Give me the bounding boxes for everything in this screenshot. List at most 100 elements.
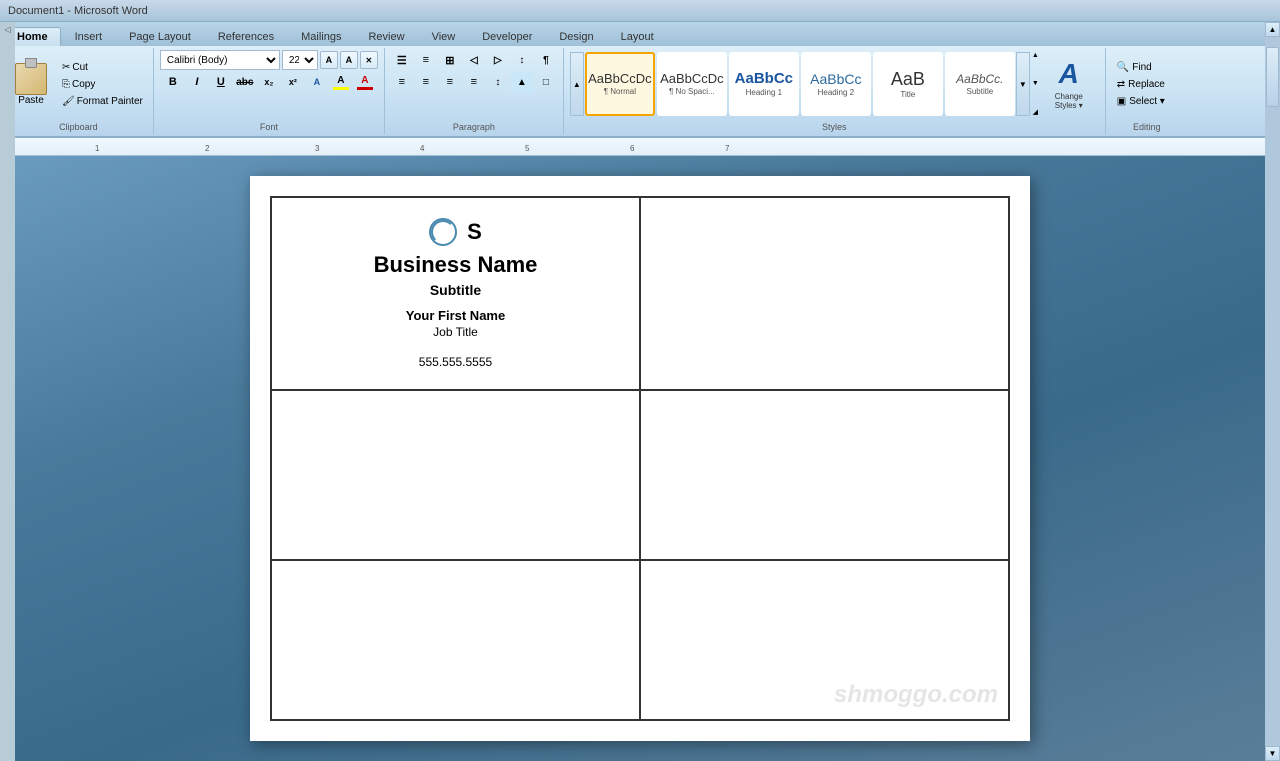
numbering-button[interactable]: ≡ [415, 50, 437, 70]
align-left-button[interactable]: ≡ [391, 72, 413, 92]
font-size-select[interactable]: 22 [282, 50, 318, 70]
style-no-spacing-label: ¶ No Spaci... [669, 87, 715, 96]
style-title[interactable]: AaB Title [873, 52, 943, 116]
tab-design[interactable]: Design [546, 27, 606, 46]
paste-button[interactable]: Paste [10, 60, 52, 109]
ruler-mark-6: 6 [630, 144, 634, 153]
change-styles-button[interactable]: A ChangeStyles ▾ [1039, 52, 1099, 116]
styles-scroll-down[interactable]: ▼ [1016, 52, 1030, 116]
styles-up-arrow[interactable]: ▲ [1032, 52, 1039, 59]
style-normal[interactable]: AaBbCcDc ¶ Normal [585, 52, 655, 116]
bold-button[interactable]: B [162, 72, 184, 92]
multilevel-button[interactable]: ⊞ [439, 50, 461, 70]
style-no-spacing-preview: AaBbCcDc [660, 72, 724, 85]
styles-expand-arrow[interactable]: ◢ [1033, 108, 1038, 116]
styles-group: ▲ AaBbCcDc ¶ Normal AaBbCcDc ¶ No Spaci.… [564, 48, 1106, 134]
font-color-button[interactable]: A [354, 72, 376, 92]
business-name[interactable]: Business Name [374, 252, 538, 278]
font-label: Font [154, 122, 384, 132]
italic-button[interactable]: I [186, 72, 208, 92]
replace-button[interactable]: ⇄ Replace [1112, 77, 1182, 92]
border-button[interactable]: □ [535, 72, 557, 92]
justify-button[interactable]: ≡ [463, 72, 485, 92]
increase-indent-button[interactable]: ▷ [487, 50, 509, 70]
style-heading2-preview: AaBbCc [810, 72, 861, 86]
text-effect-button[interactable]: A [306, 72, 328, 92]
shading-button[interactable]: ▲ [511, 72, 533, 92]
scroll-track[interactable] [1265, 37, 1280, 746]
ribbon-content: Paste ✂ Cut ⎘ Copy 🖌 Format Painter [0, 46, 1280, 136]
main-business-card[interactable]: S Business Name Subtitle Your First Name… [271, 197, 640, 390]
font-shrink-button[interactable]: A [340, 51, 358, 69]
decrease-indent-button[interactable]: ◁ [463, 50, 485, 70]
ruler-mark-1: 1 [95, 144, 99, 153]
ribbon: Home Insert Page Layout References Maili… [0, 22, 1280, 138]
card-cell-mid-right[interactable] [640, 390, 1009, 560]
ruler-main[interactable]: 1 2 3 4 5 6 7 [15, 138, 1265, 155]
style-subtitle-label: Subtitle [967, 87, 994, 96]
style-heading1[interactable]: AaBbCc Heading 1 [729, 52, 799, 116]
style-title-label: Title [900, 90, 915, 99]
strikethrough-button[interactable]: abc [234, 72, 256, 92]
tab-mailings[interactable]: Mailings [288, 27, 354, 46]
scroll-thumb[interactable] [1266, 47, 1279, 107]
ruler-mark-4: 4 [420, 144, 424, 153]
font-grow-button[interactable]: A [320, 51, 338, 69]
left-sidebar-button[interactable]: ◁ [1, 22, 15, 36]
subscript-button[interactable]: x₂ [258, 72, 280, 92]
job-title[interactable]: Job Title [433, 325, 478, 339]
cut-button[interactable]: ✂ Cut [58, 60, 147, 75]
show-hide-button[interactable]: ¶ [535, 50, 557, 70]
styles-scroll-container: AaBbCcDc ¶ Normal AaBbCcDc ¶ No Spaci...… [584, 51, 1016, 117]
align-center-button[interactable]: ≡ [415, 72, 437, 92]
card-subtitle[interactable]: Subtitle [430, 282, 481, 298]
tab-view[interactable]: View [419, 27, 469, 46]
ruler-mark-5: 5 [525, 144, 529, 153]
tab-references[interactable]: References [205, 27, 287, 46]
ruler-mark-3: 3 [315, 144, 319, 153]
tab-developer[interactable]: Developer [469, 27, 545, 46]
style-heading2-label: Heading 2 [818, 88, 854, 97]
styles-down-arrow[interactable]: ▼ [1032, 80, 1039, 87]
tab-layout[interactable]: Layout [608, 27, 667, 46]
tab-page-layout[interactable]: Page Layout [116, 27, 204, 46]
line-spacing-button[interactable]: ↕ [487, 72, 509, 92]
font-name-select[interactable]: Calibri (Body) [160, 50, 280, 70]
person-name[interactable]: Your First Name [406, 308, 505, 323]
find-icon: 🔍 [1117, 62, 1129, 73]
sort-button[interactable]: ↕ [511, 50, 533, 70]
card-cell-bot-left[interactable] [271, 560, 640, 720]
styles-scroll-up[interactable]: ▲ [570, 52, 584, 116]
phone-number[interactable]: 555.555.5555 [419, 355, 492, 369]
card-cell-top-right[interactable] [640, 197, 1009, 390]
format-painter-button[interactable]: 🖌 Format Painter [58, 94, 147, 109]
styles-label: Styles [564, 122, 1105, 132]
card-grid: S Business Name Subtitle Your First Name… [270, 196, 1010, 721]
copy-button[interactable]: ⎘ Copy [58, 77, 147, 92]
bullets-button[interactable]: ☰ [391, 50, 413, 70]
card-cell-bot-right[interactable]: shmoggo.com [640, 560, 1009, 720]
vertical-scrollbar[interactable]: ▲ ▼ [1265, 22, 1280, 761]
tab-row: Home Insert Page Layout References Maili… [0, 22, 1280, 46]
style-subtitle[interactable]: AaBbCc. Subtitle [945, 52, 1015, 116]
highlight-color-button[interactable]: A [330, 72, 352, 92]
align-right-button[interactable]: ≡ [439, 72, 461, 92]
replace-icon: ⇄ [1117, 79, 1125, 90]
tab-review[interactable]: Review [355, 27, 417, 46]
underline-button[interactable]: U [210, 72, 232, 92]
editing-group: 🔍 Find ⇄ Replace ▣ Select ▾ Editing [1106, 48, 1188, 134]
find-button[interactable]: 🔍 Find [1112, 60, 1182, 75]
paste-label: Paste [18, 95, 44, 106]
tab-insert[interactable]: Insert [62, 27, 116, 46]
scroll-up-button[interactable]: ▲ [1265, 22, 1280, 37]
select-button[interactable]: ▣ Select ▾ [1112, 94, 1182, 109]
ruler-mark-7: 7 [725, 144, 729, 153]
style-no-spacing[interactable]: AaBbCcDc ¶ No Spaci... [657, 52, 727, 116]
watermark: shmoggo.com [834, 681, 998, 709]
scroll-down-button[interactable]: ▼ [1265, 746, 1280, 761]
document-area[interactable]: S Business Name Subtitle Your First Name… [0, 156, 1280, 761]
superscript-button[interactable]: x² [282, 72, 304, 92]
clear-format-button[interactable]: ✕ [360, 51, 378, 69]
card-cell-mid-left[interactable] [271, 390, 640, 560]
style-heading2[interactable]: AaBbCc Heading 2 [801, 52, 871, 116]
